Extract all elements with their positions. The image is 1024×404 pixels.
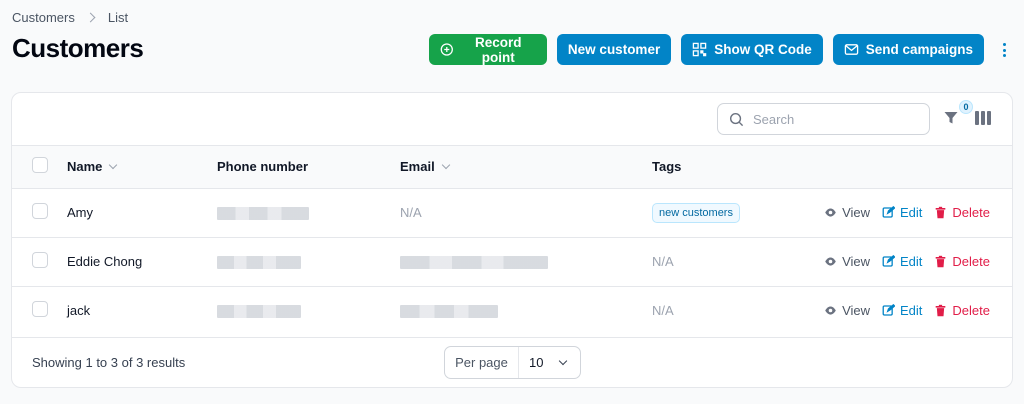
table-footer: Showing 1 to 3 of 3 results Per page 10 xyxy=(12,337,1012,387)
cell-email: N/A xyxy=(400,205,422,220)
eye-icon xyxy=(825,306,836,315)
redacted-phone xyxy=(217,207,309,221)
page-title: Customers xyxy=(12,33,144,63)
header-actions: Record point New customer Show QR Code S… xyxy=(428,34,984,65)
cell-tags: N/A xyxy=(652,303,674,319)
cell-phone xyxy=(217,286,400,335)
redacted-phone xyxy=(217,305,301,319)
record-point-button[interactable]: Record point xyxy=(428,34,547,65)
view-action[interactable]: View xyxy=(824,303,870,318)
table-header-row: Name Phone number Email Tags xyxy=(12,146,1012,188)
column-header-tags: Tags xyxy=(652,159,682,175)
redacted-phone xyxy=(217,256,301,270)
chevron-down-icon xyxy=(109,161,118,170)
table-row: Amy N/A new customers View Edit Delete xyxy=(12,188,1012,237)
edit-icon xyxy=(882,206,896,218)
row-checkbox[interactable] xyxy=(32,203,48,219)
trash-icon xyxy=(936,305,946,317)
edit-icon xyxy=(882,255,896,267)
show-qr-code-button[interactable]: Show QR Code xyxy=(681,34,823,65)
customers-table: Name Phone number Email Tags Amy N/A new… xyxy=(12,146,1012,335)
send-campaigns-button[interactable]: Send campaigns xyxy=(832,34,984,65)
cell-name: jack xyxy=(67,303,91,319)
columns-icon[interactable] xyxy=(975,111,991,125)
table-row: Eddie Chong N/A View Edit Delete xyxy=(12,237,1012,286)
chevron-down-icon xyxy=(441,161,450,170)
column-header-phone: Phone number xyxy=(217,159,309,175)
filter-icon[interactable] xyxy=(944,111,958,125)
filter-count-badge: 0 xyxy=(959,100,973,114)
per-page-value: 10 xyxy=(529,355,544,370)
new-customer-label: New customer xyxy=(567,42,661,57)
per-page-select[interactable]: Per page 10 xyxy=(444,346,581,379)
trash-icon xyxy=(936,255,946,268)
new-customer-button[interactable]: New customer xyxy=(556,34,672,65)
row-checkbox[interactable] xyxy=(32,301,48,318)
search-input[interactable] xyxy=(753,111,913,127)
cell-email xyxy=(400,286,652,335)
more-vertical-icon[interactable] xyxy=(1000,41,1008,59)
redacted-email xyxy=(400,305,498,319)
per-page-label: Per page xyxy=(445,347,519,378)
table-row: jack N/A View Edit Delete xyxy=(12,286,1012,335)
cell-name: Eddie Chong xyxy=(67,254,143,269)
envelope-icon xyxy=(844,44,858,55)
view-action[interactable]: View xyxy=(824,254,870,269)
select-all-checkbox[interactable] xyxy=(32,157,48,174)
edit-action[interactable]: Edit xyxy=(882,254,922,269)
eye-icon xyxy=(825,208,836,217)
plus-circle-icon xyxy=(440,43,453,56)
record-point-label: Record point xyxy=(474,34,522,65)
redacted-email xyxy=(400,256,548,270)
delete-action[interactable]: Delete xyxy=(934,205,990,220)
chevron-right-icon xyxy=(85,12,96,23)
delete-action[interactable]: Delete xyxy=(934,303,990,318)
send-campaigns-label: Send campaigns xyxy=(865,42,973,57)
eye-icon xyxy=(825,257,836,266)
edit-action[interactable]: Edit xyxy=(882,205,922,220)
breadcrumb-list: List xyxy=(107,10,129,25)
breadcrumb: Customers List xyxy=(12,10,128,25)
customers-table-card: 0 Name Phone number Email Tags Amy N/A n… xyxy=(11,92,1013,388)
chevron-down-icon xyxy=(558,356,568,366)
show-qr-code-label: Show QR Code xyxy=(714,42,812,57)
cell-phone xyxy=(217,188,400,237)
cell-tags: N/A xyxy=(652,254,674,269)
qr-code-icon xyxy=(692,42,707,57)
cell-tags: new customers xyxy=(652,188,822,237)
column-header-name[interactable]: Name xyxy=(67,146,217,188)
breadcrumb-customers[interactable]: Customers xyxy=(12,10,75,25)
trash-icon xyxy=(936,206,946,219)
column-header-email[interactable]: Email xyxy=(400,146,652,188)
cell-email xyxy=(400,237,652,286)
table-toolbar: 0 xyxy=(12,93,1012,146)
cell-name: Amy xyxy=(67,205,93,220)
edit-icon xyxy=(882,304,896,316)
search-box xyxy=(717,103,930,135)
cell-phone xyxy=(217,237,400,286)
delete-action[interactable]: Delete xyxy=(934,254,990,269)
results-summary: Showing 1 to 3 of 3 results xyxy=(32,355,186,370)
row-checkbox[interactable] xyxy=(32,252,48,268)
view-action[interactable]: View xyxy=(824,205,870,220)
tag-badge: new customers xyxy=(652,202,740,223)
search-icon xyxy=(729,112,744,126)
edit-action[interactable]: Edit xyxy=(882,303,922,318)
